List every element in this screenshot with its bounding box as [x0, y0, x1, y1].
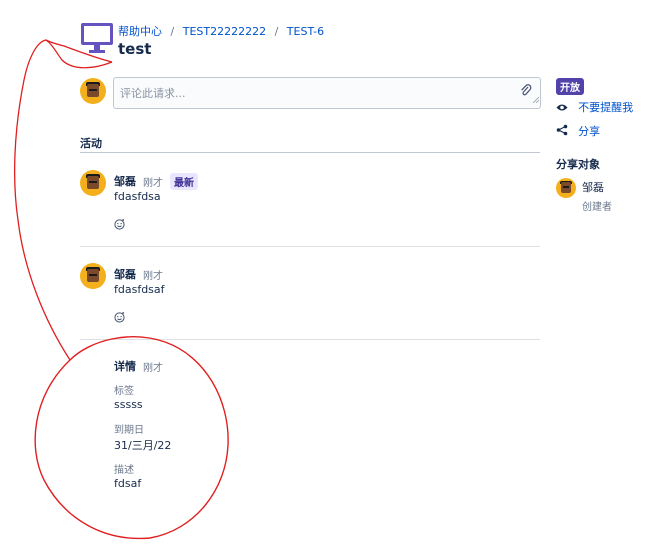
activity-entry: 邹磊 刚才 最新 fdasfdsa: [80, 170, 540, 240]
entry-divider: [80, 246, 540, 247]
comment-body: fdasfdsaf: [114, 283, 165, 296]
field-value-labels: sssss: [114, 398, 143, 411]
latest-badge: 最新: [170, 173, 198, 190]
details-title: 详情: [114, 360, 136, 373]
comment-placeholder: 评论此请求...: [120, 87, 186, 100]
shared-user-avatar: [556, 178, 576, 198]
activity-entry: 邹磊 刚才 fdasfdsaf: [80, 263, 540, 333]
notify-label: 不要提醒我: [578, 100, 634, 114]
share-button[interactable]: 分享: [556, 120, 600, 140]
activity-heading: 活动: [80, 137, 102, 150]
field-label-due-date: 到期日: [114, 425, 144, 436]
emoji-reaction-icon[interactable]: [114, 308, 125, 327]
breadcrumb-issue-key[interactable]: TEST-6: [287, 25, 324, 38]
breadcrumb-project[interactable]: TEST22222222: [183, 25, 266, 38]
comment-time: 刚才: [143, 271, 163, 282]
comment-input[interactable]: 评论此请求...: [113, 77, 541, 109]
notify-toggle[interactable]: 不要提醒我: [556, 96, 633, 116]
share-icon: [556, 121, 568, 140]
status-badge: 开放: [556, 78, 584, 95]
comment-time: 刚才: [143, 178, 163, 189]
resize-handle-icon[interactable]: [532, 88, 540, 107]
comment-author[interactable]: 邹磊: [114, 266, 136, 282]
entry-divider: [80, 339, 540, 340]
field-value-description: fdsaf: [114, 477, 142, 490]
share-label: 分享: [578, 124, 601, 138]
details-block: 详情 刚才 标签 sssss 到期日 31/三月/22 描述 fdsaf: [114, 357, 414, 497]
author-avatar: [80, 263, 106, 289]
field-value-due-date: 31/三月/22: [114, 439, 172, 452]
attachment-icon[interactable]: [520, 83, 532, 102]
emoji-reaction-icon[interactable]: [114, 215, 125, 234]
breadcrumb-separator: /: [170, 25, 175, 38]
comment-author[interactable]: 邹磊: [114, 173, 136, 189]
current-user-avatar: [80, 78, 106, 104]
eye-icon: [556, 97, 568, 116]
details-time: 刚才: [143, 363, 163, 374]
shared-user-name[interactable]: 邹磊: [582, 179, 604, 195]
shared-user-role: 创建者: [582, 202, 612, 213]
activity-divider: [80, 152, 540, 153]
field-label-labels: 标签: [114, 386, 134, 397]
page-title: test: [118, 40, 152, 58]
service-desk-icon: [80, 22, 114, 53]
author-avatar: [80, 170, 106, 196]
breadcrumb: 帮助中心 / TEST22222222 / TEST-6: [118, 23, 324, 39]
comment-body: fdasfdsa: [114, 190, 161, 203]
breadcrumb-separator: /: [274, 25, 279, 38]
field-label-description: 描述: [114, 465, 134, 476]
breadcrumb-help-center[interactable]: 帮助中心: [118, 25, 162, 38]
shared-with-heading: 分享对象: [556, 158, 600, 171]
